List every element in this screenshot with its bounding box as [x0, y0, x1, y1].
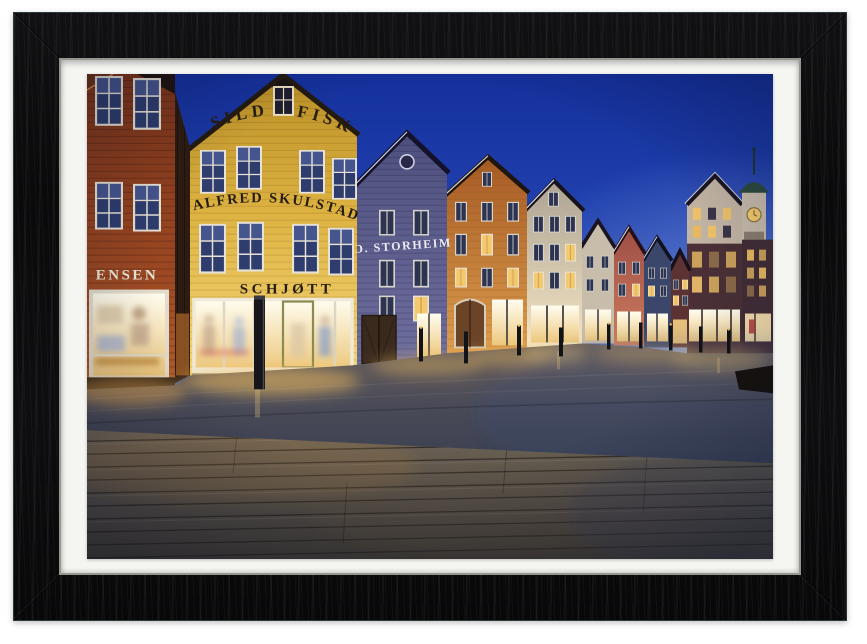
bryggen-scene: O. STORHEIM — [87, 74, 773, 559]
picture-frame: O. STORHEIM — [13, 12, 847, 621]
page-background: O. STORHEIM — [0, 0, 867, 644]
mat-board: O. STORHEIM — [61, 60, 799, 573]
bryggen-photo: O. STORHEIM — [87, 74, 773, 559]
vignette-overlay — [87, 74, 773, 559]
